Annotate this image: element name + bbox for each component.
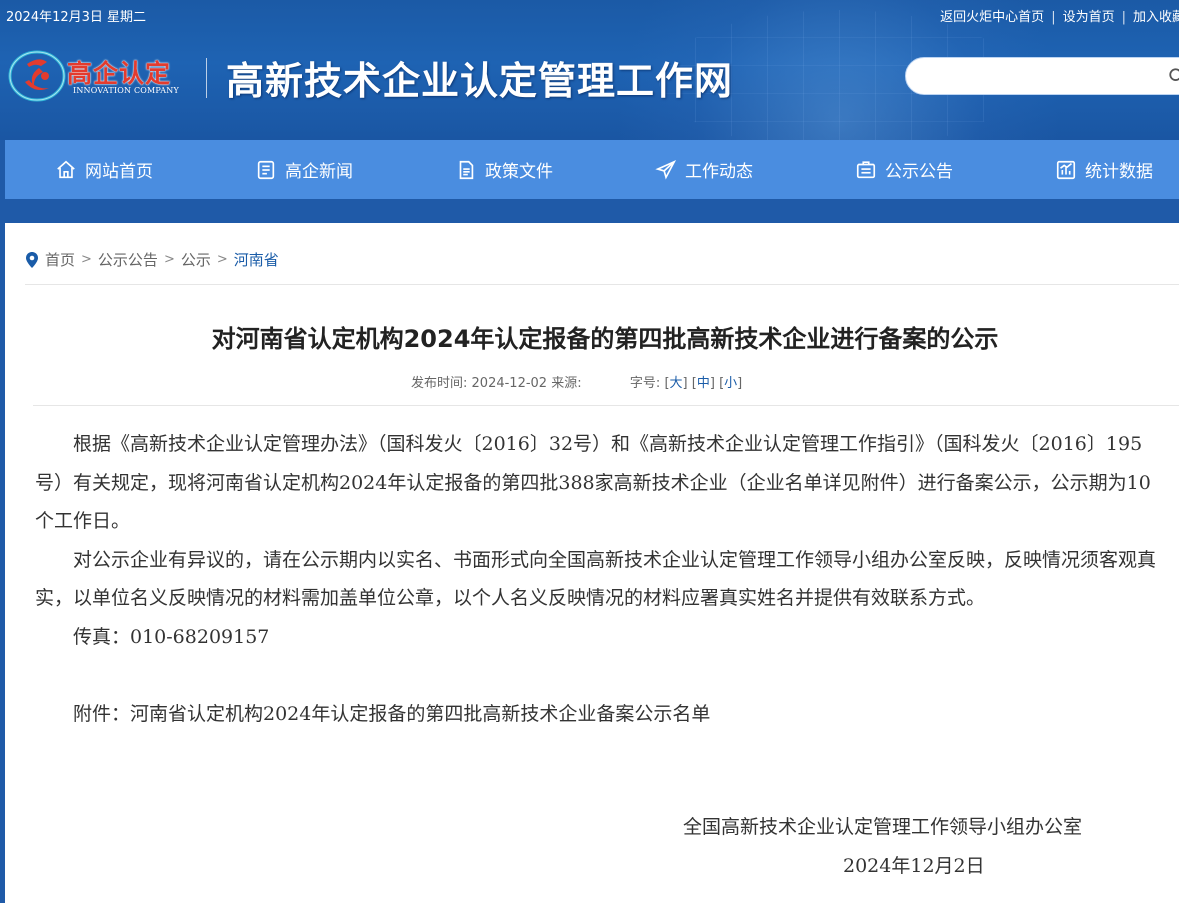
nav-label: 统计数据 [1085,162,1153,182]
send-icon [655,159,677,180]
paragraph: 根据《高新技术企业认定管理办法》（国科发火〔2016〕32号）和《高新技术企业认… [35,433,1151,532]
link-set-homepage[interactable]: 设为首页 [1063,6,1115,25]
link-return-torch-home[interactable]: 返回火炬中心首页 [940,6,1044,25]
site-header: 2024年12月3日 星期二 返回火炬中心首页 | 设为首页 | 加入收藏 高企认定 I… [0,0,1179,140]
paragraph: 对公示企业有异议的，请在公示期内以实名、书面形式向全国高新技术企业认定管理工作领… [35,548,1157,610]
nav-label: 公示公告 [885,162,953,182]
logo-text-en: INNOVATION COMPANY [73,86,179,95]
separator: | [1121,10,1126,25]
article-content: 首页 > 公示公告 > 公示 > 河南省 对河南省认定机构2024年认定报备的第… [5,223,1179,903]
nav-item-work-updates[interactable]: 工作动态 [655,140,753,199]
divider [25,284,1179,285]
site-logo[interactable]: 高企认定 INNOVATION COMPANY [5,46,205,106]
nav-item-notices[interactable]: 公示公告 [855,140,953,199]
breadcrumb-separator: > [216,252,228,267]
site-title: 高新技术企业认定管理工作网 [226,58,734,103]
fax-line: 传真：010-68209157 [73,625,270,648]
fontsize-small[interactable]: 小 [724,376,737,391]
breadcrumb: 首页 > 公示公告 > 公示 > 河南省 [25,249,279,270]
logo-mark-icon [8,50,66,102]
article-meta: 发布时间: 2024-12-02 来源: 字号: [大] [中] [小] [411,376,743,391]
breadcrumb-publicity[interactable]: 公示 [181,249,211,270]
top-bar: 2024年12月3日 星期二 返回火炬中心首页 | 设为首页 | 加入收藏 [0,0,1179,28]
signature-date: 2024年12月2日 [843,855,985,877]
publish-label: 发布时间: [411,376,468,391]
article-body: 根据《高新技术企业认定管理办法》（国科发火〔2016〕32号）和《高新技术企业认… [35,425,1169,733]
document-icon [459,160,474,179]
breadcrumb-notices[interactable]: 公示公告 [98,249,158,270]
search-box [905,57,1179,95]
news-icon [257,160,275,179]
breadcrumb-home[interactable]: 首页 [45,249,75,270]
breadcrumb-henan[interactable]: 河南省 [234,249,279,270]
current-date: 2024年12月3日 星期二 [6,10,147,25]
separator: | [1051,10,1056,25]
fontsize-large[interactable]: 大 [670,376,683,391]
home-icon [57,160,75,178]
nav-label: 工作动态 [685,162,753,182]
attachment-link[interactable]: 附件：河南省认定机构2024年认定报备的第四批高新技术企业备案公示名单 [35,695,1169,734]
fontsize-label: 字号: [629,376,661,391]
nav-item-home[interactable]: 网站首页 [55,140,153,199]
source-label: 来源: [551,376,582,391]
breadcrumb-separator: > [81,252,92,267]
fontsize-medium[interactable]: 中 [697,376,710,391]
main-nav: 网站首页 高企新闻 政策文件 工作动态 公示公告 统计数据 [5,140,1179,199]
divider [33,405,1179,406]
location-pin-icon [26,251,38,268]
logo-text-cn: 高企认定 [67,59,172,88]
nav-label: 网站首页 [85,162,153,182]
chart-icon [1056,160,1076,179]
publish-date: 2024-12-02 [471,376,548,391]
top-links: 返回火炬中心首页 | 设为首页 | 加入收藏 [940,6,1179,25]
nav-item-news[interactable]: 高企新闻 [255,140,353,199]
search-icon[interactable] [1168,67,1179,85]
article-title: 对河南省认定机构2024年认定报备的第四批高新技术企业进行备案的公示 [211,325,999,353]
signature-org: 全国高新技术企业认定管理工作领导小组办公室 [683,816,1083,838]
header-divider [206,58,207,98]
nav-item-statistics[interactable]: 统计数据 [1055,140,1153,199]
nav-label: 政策文件 [485,162,553,182]
search-input[interactable] [920,58,1164,94]
breadcrumb-separator: > [163,252,175,267]
nav-item-policy[interactable]: 政策文件 [455,140,553,199]
link-add-favorite[interactable]: 加入收藏 [1133,6,1179,25]
nav-label: 高企新闻 [285,162,353,182]
notice-icon [856,160,876,178]
